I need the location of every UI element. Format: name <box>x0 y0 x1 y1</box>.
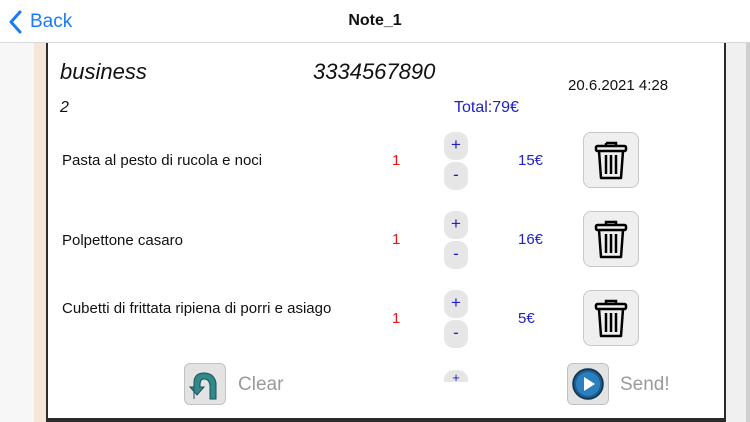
item-quantity: 1 <box>392 231 401 248</box>
list-item: Cubetti di frittata ripiena di porri e a… <box>46 288 724 368</box>
item-quantity: 1 <box>392 152 401 169</box>
item-price: 15€ <box>518 152 544 169</box>
send-button[interactable] <box>567 363 609 405</box>
decrement-button[interactable]: - <box>444 162 468 190</box>
order-count: 2 <box>60 99 69 116</box>
send-label: Send! <box>620 374 670 395</box>
list-item: Pasta al pesto di rucola e noci 1 + - 15… <box>46 130 724 210</box>
item-price: 16€ <box>518 231 544 248</box>
play-icon <box>572 368 604 400</box>
sheet-bottom-border <box>46 418 724 422</box>
customer-phone: 3334567890 <box>313 59 436 84</box>
order-total: Total:79€ <box>454 99 519 116</box>
increment-button[interactable]: + <box>444 290 468 318</box>
delete-item-button[interactable] <box>583 132 639 188</box>
clear-button[interactable] <box>184 363 226 405</box>
quantity-stepper: + - <box>444 211 468 269</box>
increment-button-partial[interactable]: + <box>444 370 468 382</box>
delete-item-button[interactable] <box>583 211 639 267</box>
left-margin <box>0 43 34 422</box>
list-item: Polpettone casaro 1 + - 16€ <box>46 209 724 289</box>
increment-button[interactable]: + <box>444 211 468 239</box>
right-margin <box>724 43 750 422</box>
page-title: Note_1 <box>348 12 402 29</box>
left-margin-edge <box>34 43 46 422</box>
undo-arrow-icon <box>188 372 217 400</box>
clear-label: Clear <box>238 374 284 395</box>
decrement-button[interactable]: - <box>444 241 468 269</box>
quantity-stepper: + - <box>444 290 468 348</box>
trash-icon <box>594 220 628 259</box>
quantity-stepper: + - <box>444 132 468 190</box>
navigation-bar: Back Note_1 <box>0 0 750 43</box>
order-datetime: 20.6.2021 4:28 <box>568 77 669 94</box>
item-name: Pasta al pesto di rucola e noci <box>62 152 263 169</box>
item-price: 5€ <box>518 310 535 327</box>
delete-item-button[interactable] <box>583 290 639 346</box>
decrement-button[interactable]: - <box>444 320 468 348</box>
increment-button[interactable]: + <box>444 132 468 160</box>
customer-name: business <box>60 59 147 84</box>
trash-icon <box>594 141 628 180</box>
item-name: Cubetti di frittata ripiena di porri e a… <box>62 300 332 317</box>
trash-icon <box>594 299 628 338</box>
item-name: Polpettone casaro <box>62 232 183 249</box>
item-quantity: 1 <box>392 310 401 327</box>
